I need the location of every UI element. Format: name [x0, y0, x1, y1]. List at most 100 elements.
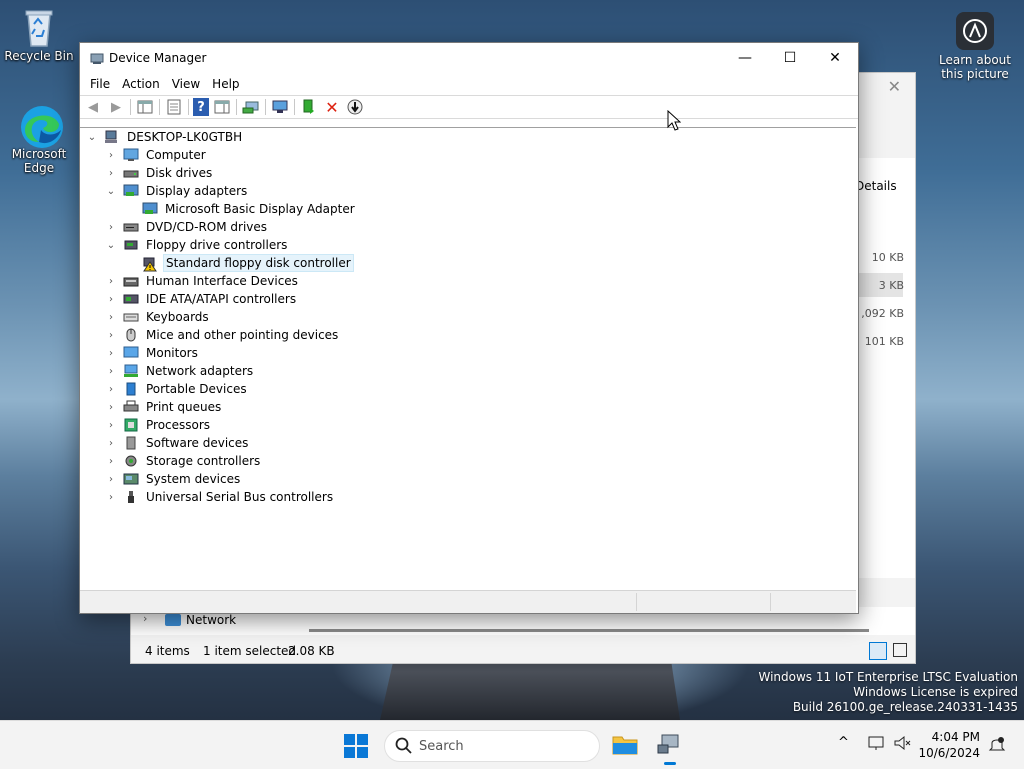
tree-category-label: Software devices	[146, 436, 249, 450]
tiles-view-icon[interactable]	[893, 643, 907, 657]
notification-icon[interactable]	[988, 735, 1006, 756]
tree-device[interactable]: Standard floppy disk controller	[142, 254, 354, 272]
chevron-right-icon[interactable]: ›	[105, 383, 117, 395]
volume-muted-icon[interactable]	[893, 735, 911, 754]
properties-icon[interactable]	[164, 98, 184, 116]
tree-category-label: Storage controllers	[146, 454, 261, 468]
clock[interactable]: 4:04 PM 10/6/2024	[918, 729, 980, 761]
tree-category[interactable]: › Keyboards	[105, 308, 211, 326]
dvd-drive-icon	[123, 220, 139, 234]
tree-category[interactable]: › Network adapters	[105, 362, 255, 380]
tree-device[interactable]: Microsoft Basic Display Adapter	[142, 200, 357, 218]
start-button[interactable]	[344, 734, 368, 758]
chevron-right-icon[interactable]: ›	[105, 167, 117, 179]
disable-device-icon[interactable]	[345, 98, 365, 116]
device-manager-taskbar-button[interactable]	[656, 731, 682, 765]
portable-device-icon	[123, 382, 139, 396]
show-hide-console-tree-icon[interactable]	[135, 98, 155, 116]
device-manager-window[interactable]: Device Manager — ☐ ✕ File Action View He…	[79, 42, 859, 614]
update-driver-icon[interactable]	[270, 98, 290, 116]
chevron-down-icon[interactable]: ⌄	[105, 185, 117, 197]
learn-about-picture[interactable]: Learn about this picture	[938, 12, 1012, 81]
desktop-icon-recycle-bin[interactable]: Recycle Bin	[4, 6, 74, 63]
nav-item-network[interactable]: Network	[186, 613, 236, 627]
close-button[interactable]: ✕	[812, 43, 858, 73]
toolbar: ◀ ▶ ? ✕	[80, 95, 858, 119]
floppy-controller-icon	[123, 238, 139, 252]
tree-category[interactable]: ⌄ Floppy drive controllers	[105, 236, 289, 254]
tree-category[interactable]: › Print queues	[105, 398, 223, 416]
details-tab[interactable]: Details	[855, 179, 897, 193]
chevron-right-icon[interactable]: ›	[105, 329, 117, 341]
chevron-right-icon[interactable]: ›	[105, 401, 117, 413]
chevron-right-icon[interactable]: ›	[105, 149, 117, 161]
tree-category[interactable]: › DVD/CD-ROM drives	[105, 218, 269, 236]
chevron-right-icon[interactable]: ›	[105, 491, 117, 503]
chevron-down-icon[interactable]: ⌄	[105, 239, 117, 251]
chevron-right-icon[interactable]: ›	[105, 275, 117, 287]
evaluation-watermark: Windows 11 IoT Enterprise LTSC Evaluatio…	[758, 670, 1018, 715]
chevron-right-icon[interactable]: ›	[105, 473, 117, 485]
action-pane-icon[interactable]	[212, 98, 232, 116]
file-explorer-taskbar-button[interactable]	[612, 733, 638, 757]
chevron-right-icon[interactable]: ›	[105, 221, 117, 233]
active-indicator	[664, 762, 676, 765]
disk-drive-icon	[123, 166, 139, 180]
chevron-down-icon[interactable]: ⌄	[86, 131, 98, 143]
tree-category[interactable]: › Portable Devices	[105, 380, 249, 398]
tree-category[interactable]: › Universal Serial Bus controllers	[105, 488, 335, 506]
chevron-right-icon[interactable]: ›	[105, 293, 117, 305]
chevron-up-icon[interactable]: ^	[838, 735, 849, 750]
close-icon[interactable]: ✕	[888, 77, 901, 96]
tree-category[interactable]: › Software devices	[105, 434, 250, 452]
tree-category-label: Display adapters	[146, 184, 248, 198]
system-device-icon	[123, 472, 139, 486]
tree-category[interactable]: › Storage controllers	[105, 452, 262, 470]
warning-device-icon	[142, 256, 158, 272]
chevron-right-icon[interactable]: ›	[105, 437, 117, 449]
tree-category-label: Processors	[146, 418, 211, 432]
tree-category[interactable]: › Processors	[105, 416, 212, 434]
tree-category[interactable]: › Computer	[105, 146, 208, 164]
taskbar-search-box[interactable]: Search	[384, 730, 600, 762]
tree-root[interactable]: ⌄ DESKTOP-LK0GTBH	[86, 128, 244, 146]
title-bar[interactable]: Device Manager — ☐ ✕	[80, 43, 858, 73]
minimize-button[interactable]: —	[722, 43, 768, 73]
details-view-icon[interactable]	[869, 642, 887, 660]
tree-category[interactable]: › IDE ATA/ATAPI controllers	[105, 290, 298, 308]
tree-category-label: Computer	[146, 148, 206, 162]
file-size: 10 KB	[871, 251, 904, 264]
tree-category[interactable]: › Mice and other pointing devices	[105, 326, 340, 344]
tree-category[interactable]: › System devices	[105, 470, 242, 488]
horizontal-scrollbar[interactable]	[309, 629, 869, 632]
device-tree[interactable]: ⌄ DESKTOP-LK0GTBH › Computer › Disk drives ⌄…	[80, 127, 856, 590]
network-status-icon[interactable]	[868, 735, 886, 754]
desktop-icon-edge[interactable]: Microsoft Edge	[4, 104, 74, 175]
status-divider	[770, 593, 771, 611]
scan-hardware-changes-icon[interactable]	[241, 98, 261, 116]
maximize-button[interactable]: ☐	[767, 43, 813, 73]
keyboard-icon	[123, 310, 139, 324]
desktop-icon-label: Microsoft Edge	[11, 147, 67, 175]
computer-icon	[104, 130, 120, 144]
chevron-right-icon[interactable]: ›	[105, 455, 117, 467]
forward-arrow-icon[interactable]: ▶	[106, 98, 126, 116]
monitor-icon	[123, 346, 139, 360]
menu-file[interactable]: File	[84, 77, 116, 91]
tree-category[interactable]: ⌄ Display adapters	[105, 182, 249, 200]
enable-device-icon[interactable]	[299, 98, 319, 116]
menu-help[interactable]: Help	[206, 77, 245, 91]
menu-action[interactable]: Action	[116, 77, 166, 91]
tree-category[interactable]: › Monitors	[105, 344, 200, 362]
uninstall-device-icon[interactable]: ✕	[322, 98, 342, 117]
chevron-right-icon[interactable]: ›	[105, 365, 117, 377]
back-arrow-icon[interactable]: ◀	[83, 98, 103, 116]
chevron-right-icon[interactable]: ›	[105, 419, 117, 431]
tree-category[interactable]: › Disk drives	[105, 164, 214, 182]
chevron-right-icon[interactable]: ›	[105, 347, 117, 359]
menu-view[interactable]: View	[166, 77, 206, 91]
folder-icon	[612, 736, 638, 755]
help-icon[interactable]: ?	[193, 98, 209, 116]
tree-category[interactable]: › Human Interface Devices	[105, 272, 300, 290]
chevron-right-icon[interactable]: ›	[105, 311, 117, 323]
